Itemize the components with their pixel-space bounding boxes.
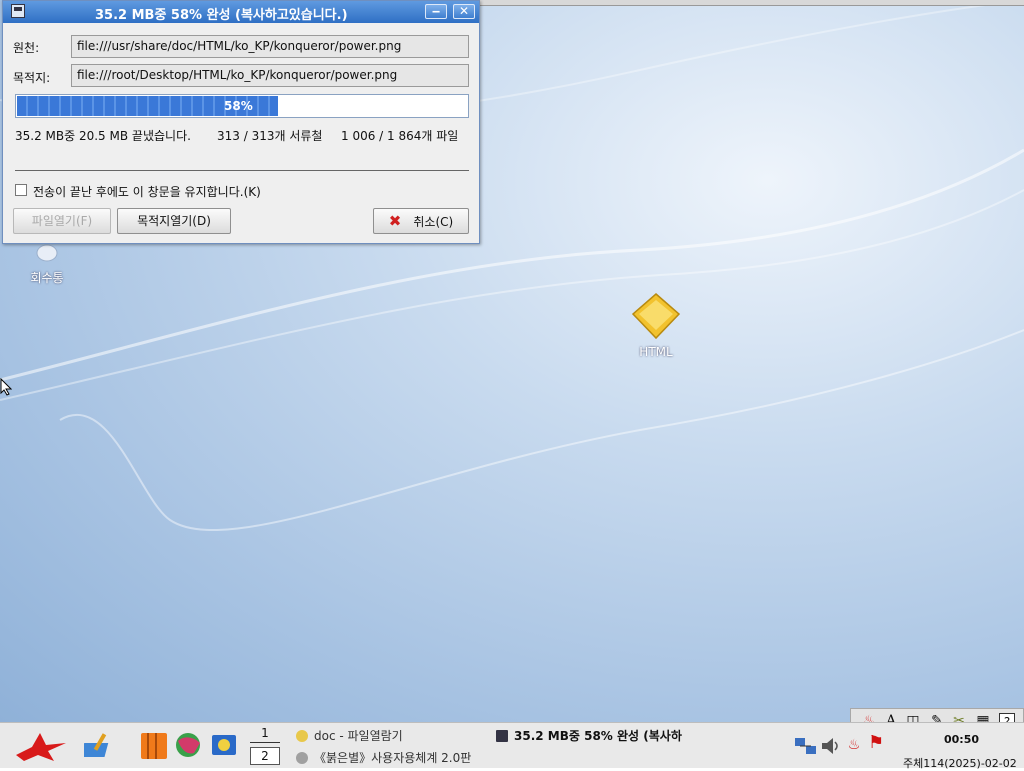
workspace-1[interactable]: 1 [250, 725, 280, 743]
start-menu-star-icon[interactable] [10, 729, 68, 761]
taskbar: 1 2 doc - 파일열람기 《붉은별》사용자용체계 2.0판 35.2 MB… [0, 722, 1024, 771]
mouse-cursor-icon [0, 378, 12, 396]
floppy-disk-icon [11, 4, 25, 18]
date[interactable]: 주체114(2025)-02-02 [903, 755, 1017, 771]
size-progress-text: 35.2 MB중 20.5 MB 끝냈습니다. [15, 129, 191, 143]
volume-icon[interactable] [820, 735, 842, 757]
web-browser-icon[interactable] [174, 729, 206, 761]
desktop-icon-label: HTML [639, 345, 673, 359]
progress-text: 58% [224, 99, 253, 113]
task-label: doc - 파일열람기 [314, 729, 403, 743]
copy-progress-bar: 58% [15, 94, 469, 118]
task-file-browser[interactable]: doc - 파일열람기 [296, 727, 403, 744]
task-copy-progress[interactable]: 35.2 MB중 58% 완성 (복사하 [496, 727, 682, 744]
open-destination-button[interactable]: 목적지열기(D) [117, 208, 231, 234]
keep-window-open-checkbox[interactable] [15, 184, 27, 196]
desktop-icon-html-folder[interactable]: HTML [621, 292, 691, 359]
copy-progress-dialog: 35.2 MB중 58% 완성 (복사하고있습니다.) ‒ ✕ 원천: file… [2, 0, 480, 244]
divider [15, 170, 469, 171]
desktop-settings-icon[interactable] [84, 729, 116, 761]
folder-icon [631, 293, 681, 340]
open-file-button[interactable]: 파일열기(F) [13, 208, 111, 234]
desktop-icon-trash[interactable]: 회수통 [12, 242, 82, 286]
clock[interactable]: 00:50 [944, 733, 979, 746]
dialog-title: 35.2 MB중 58% 완성 (복사하고있습니다.) [95, 8, 348, 23]
source-path-field: file:///usr/share/doc/HTML/ko_KP/konquer… [71, 35, 469, 58]
network-icon[interactable] [794, 735, 818, 757]
flame-icon[interactable]: ♨ [846, 737, 862, 753]
close-button[interactable]: ✕ [453, 4, 475, 19]
task-label: 《붉은별》사용자용체계 2.0판 [314, 751, 472, 765]
task-web-browser[interactable]: 《붉은별》사용자용체계 2.0판 [296, 749, 471, 766]
language-flag-icon[interactable]: ⚑ [868, 734, 884, 752]
file-count-text: 1 006 / 1 864개 파일 [341, 129, 459, 143]
workspace-2[interactable]: 2 [250, 747, 280, 765]
background-window-strip [480, 0, 1024, 6]
destination-label: 목적지: [13, 71, 51, 85]
copy-progress-icon [496, 730, 508, 742]
globe-icon [296, 752, 308, 764]
task-label: 35.2 MB중 58% 완성 (복사하 [514, 729, 682, 743]
cancel-button[interactable]: ✖ 취소(C) [373, 208, 469, 234]
cancel-x-icon: ✖ [388, 212, 402, 230]
media-player-icon[interactable] [208, 729, 240, 761]
file-browser-icon [296, 730, 308, 742]
destination-path-field: file:///root/Desktop/HTML/ko_KP/konquero… [71, 64, 469, 87]
trash-icon [36, 244, 58, 262]
desktop-icon-label: 회수통 [30, 271, 64, 285]
minimize-button[interactable]: ‒ [425, 4, 447, 19]
folder-count-text: 313 / 313개 서류철 [217, 129, 323, 143]
keep-window-open-label[interactable]: 전송이 끝난 후에도 이 창문을 유지합니다.(K) [33, 183, 261, 200]
office-suite-icon[interactable] [138, 729, 170, 761]
dialog-titlebar[interactable]: 35.2 MB중 58% 완성 (복사하고있습니다.) ‒ ✕ [3, 1, 479, 23]
source-label: 원천: [13, 41, 40, 55]
cancel-button-label: 취소(C) [413, 215, 454, 229]
